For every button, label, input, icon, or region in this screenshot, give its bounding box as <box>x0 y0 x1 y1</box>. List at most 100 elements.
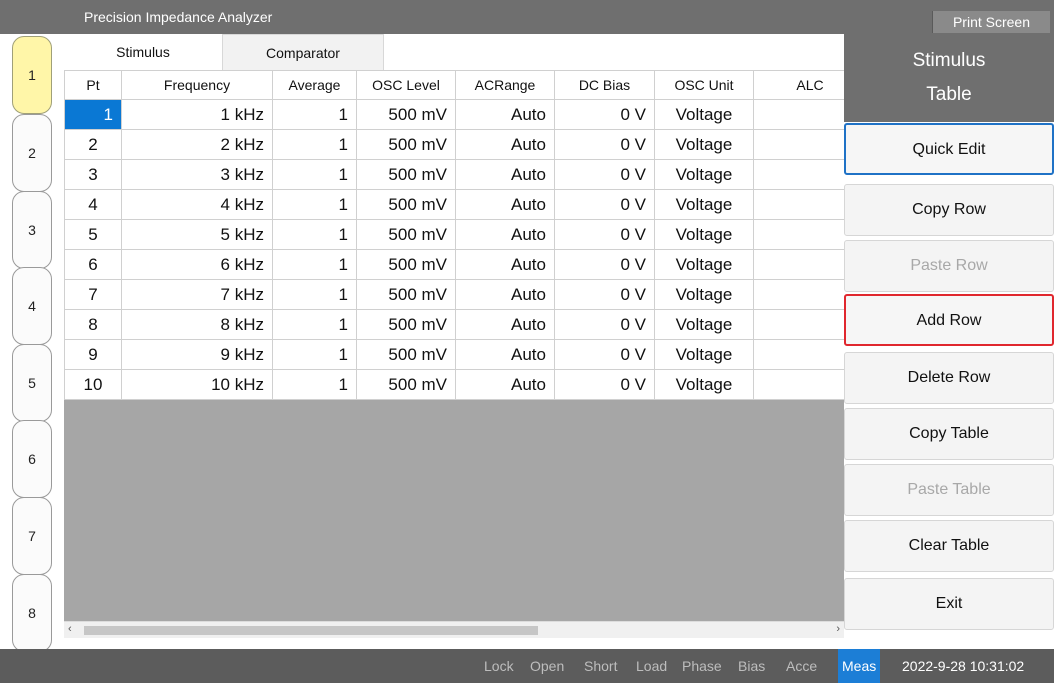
tab-stimulus[interactable]: Stimulus <box>64 34 222 70</box>
alc-cell[interactable]: O <box>753 279 844 310</box>
dc-bias-cell[interactable]: 0 V <box>554 129 655 160</box>
column-header[interactable]: Average <box>272 70 357 100</box>
column-header[interactable]: OSC Level <box>356 70 456 100</box>
alc-cell[interactable]: O <box>753 189 844 220</box>
channel-5-button[interactable]: 5 <box>12 344 52 422</box>
pt-cell[interactable]: 6 <box>64 249 122 280</box>
paste-table-button[interactable]: Paste Table <box>844 464 1054 516</box>
add-row-button[interactable]: Add Row <box>844 294 1054 346</box>
pt-cell[interactable]: 1 <box>64 99 122 130</box>
table-row[interactable]: 2 2 kHz 1 500 mV Auto 0 V Voltage O <box>64 129 844 160</box>
dc-bias-cell[interactable]: 0 V <box>554 309 655 340</box>
table-row[interactable]: 7 7 kHz 1 500 mV Auto 0 V Voltage O <box>64 279 844 310</box>
pt-cell[interactable]: 5 <box>64 219 122 250</box>
channel-7-button[interactable]: 7 <box>12 497 52 575</box>
acrange-cell[interactable]: Auto <box>455 279 555 310</box>
table-row[interactable]: 8 8 kHz 1 500 mV Auto 0 V Voltage O <box>64 309 844 340</box>
average-cell[interactable]: 1 <box>272 339 357 370</box>
clear-table-button[interactable]: Clear Table <box>844 520 1054 572</box>
frequency-cell[interactable]: 2 kHz <box>121 129 273 160</box>
quick-edit-button[interactable]: Quick Edit <box>844 123 1054 175</box>
acrange-cell[interactable]: Auto <box>455 309 555 340</box>
channel-4-button[interactable]: 4 <box>12 267 52 345</box>
acrange-cell[interactable]: Auto <box>455 249 555 280</box>
acrange-cell[interactable]: Auto <box>455 159 555 190</box>
scroll-left-icon[interactable]: ‹ <box>68 623 72 635</box>
average-cell[interactable]: 1 <box>272 219 357 250</box>
pt-cell[interactable]: 3 <box>64 159 122 190</box>
alc-cell[interactable]: O <box>753 309 844 340</box>
pt-cell[interactable]: 9 <box>64 339 122 370</box>
exit-button[interactable]: Exit <box>844 578 1054 630</box>
frequency-cell[interactable]: 1 kHz <box>121 99 273 130</box>
osc-unit-cell[interactable]: Voltage <box>654 159 754 190</box>
osc-level-cell[interactable]: 500 mV <box>356 309 456 340</box>
acrange-cell[interactable]: Auto <box>455 219 555 250</box>
channel-8-button[interactable]: 8 <box>12 574 52 652</box>
column-header[interactable]: Frequency <box>121 70 273 100</box>
alc-cell[interactable]: O <box>753 159 844 190</box>
paste-row-button[interactable]: Paste Row <box>844 240 1054 292</box>
channel-6-button[interactable]: 6 <box>12 420 52 498</box>
average-cell[interactable]: 1 <box>272 99 357 130</box>
acrange-cell[interactable]: Auto <box>455 129 555 160</box>
alc-cell[interactable]: O <box>753 99 844 130</box>
tab-comparator[interactable]: Comparator <box>222 34 384 70</box>
osc-level-cell[interactable]: 500 mV <box>356 189 456 220</box>
frequency-cell[interactable]: 5 kHz <box>121 219 273 250</box>
average-cell[interactable]: 1 <box>272 129 357 160</box>
column-header[interactable]: OSC Unit <box>654 70 754 100</box>
osc-level-cell[interactable]: 500 mV <box>356 99 456 130</box>
average-cell[interactable]: 1 <box>272 279 357 310</box>
alc-cell[interactable]: O <box>753 219 844 250</box>
osc-unit-cell[interactable]: Voltage <box>654 99 754 130</box>
dc-bias-cell[interactable]: 0 V <box>554 279 655 310</box>
osc-unit-cell[interactable]: Voltage <box>654 339 754 370</box>
acrange-cell[interactable]: Auto <box>455 189 555 220</box>
average-cell[interactable]: 1 <box>272 309 357 340</box>
table-row[interactable]: 9 9 kHz 1 500 mV Auto 0 V Voltage O <box>64 339 844 370</box>
acrange-cell[interactable]: Auto <box>455 339 555 370</box>
frequency-cell[interactable]: 6 kHz <box>121 249 273 280</box>
dc-bias-cell[interactable]: 0 V <box>554 219 655 250</box>
column-header[interactable]: ALC <box>753 70 844 100</box>
acrange-cell[interactable]: Auto <box>455 99 555 130</box>
pt-cell[interactable]: 10 <box>64 369 122 400</box>
dc-bias-cell[interactable]: 0 V <box>554 369 655 400</box>
average-cell[interactable]: 1 <box>272 189 357 220</box>
alc-cell[interactable]: O <box>753 339 844 370</box>
delete-row-button[interactable]: Delete Row <box>844 352 1054 404</box>
alc-cell[interactable]: O <box>753 369 844 400</box>
dc-bias-cell[interactable]: 0 V <box>554 339 655 370</box>
table-row[interactable]: 6 6 kHz 1 500 mV Auto 0 V Voltage O <box>64 249 844 280</box>
osc-level-cell[interactable]: 500 mV <box>356 219 456 250</box>
column-header[interactable]: Pt <box>64 70 122 100</box>
osc-unit-cell[interactable]: Voltage <box>654 249 754 280</box>
frequency-cell[interactable]: 10 kHz <box>121 369 273 400</box>
print-screen-button[interactable]: Print Screen <box>932 11 1050 33</box>
osc-unit-cell[interactable]: Voltage <box>654 309 754 340</box>
table-row[interactable]: 3 3 kHz 1 500 mV Auto 0 V Voltage O <box>64 159 844 190</box>
table-row[interactable]: 5 5 kHz 1 500 mV Auto 0 V Voltage O <box>64 219 844 250</box>
osc-level-cell[interactable]: 500 mV <box>356 159 456 190</box>
osc-level-cell[interactable]: 500 mV <box>356 249 456 280</box>
average-cell[interactable]: 1 <box>272 159 357 190</box>
osc-unit-cell[interactable]: Voltage <box>654 279 754 310</box>
frequency-cell[interactable]: 4 kHz <box>121 189 273 220</box>
osc-level-cell[interactable]: 500 mV <box>356 369 456 400</box>
dc-bias-cell[interactable]: 0 V <box>554 99 655 130</box>
pt-cell[interactable]: 7 <box>64 279 122 310</box>
frequency-cell[interactable]: 9 kHz <box>121 339 273 370</box>
channel-3-button[interactable]: 3 <box>12 191 52 269</box>
column-header[interactable]: DC Bias <box>554 70 655 100</box>
osc-level-cell[interactable]: 500 mV <box>356 339 456 370</box>
dc-bias-cell[interactable]: 0 V <box>554 249 655 280</box>
alc-cell[interactable]: O <box>753 129 844 160</box>
pt-cell[interactable]: 8 <box>64 309 122 340</box>
horizontal-scrollbar[interactable]: ‹ › <box>64 621 844 638</box>
osc-unit-cell[interactable]: Voltage <box>654 129 754 160</box>
dc-bias-cell[interactable]: 0 V <box>554 159 655 190</box>
pt-cell[interactable]: 2 <box>64 129 122 160</box>
channel-1-button[interactable]: 1 <box>12 36 52 114</box>
copy-row-button[interactable]: Copy Row <box>844 184 1054 236</box>
